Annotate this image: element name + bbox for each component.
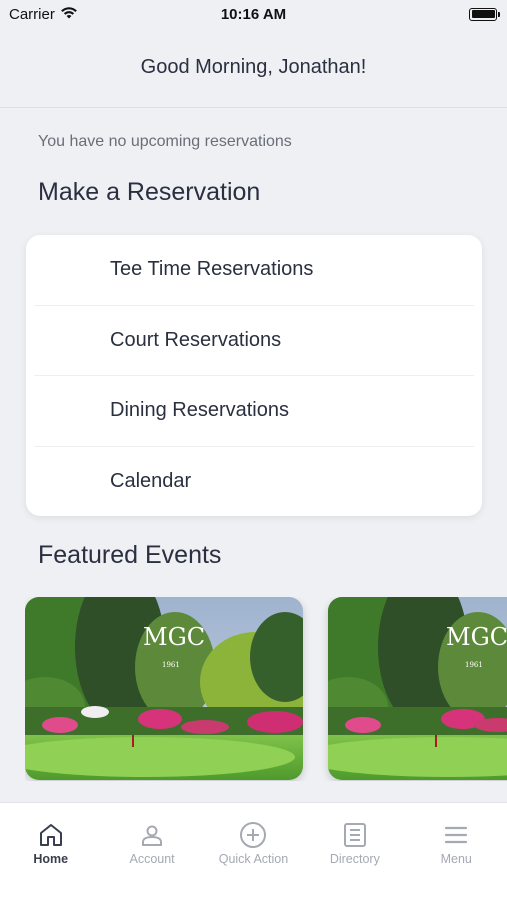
greeting-header: Good Morning, Jonathan! (0, 28, 507, 108)
tab-label: Account (129, 852, 175, 866)
menu-item-label: Court Reservations (110, 328, 282, 351)
dining-reservations-item[interactable]: Dining Reservations (34, 376, 474, 447)
tab-bar: Home Account Quick Action Directory Menu (0, 802, 507, 900)
make-reservation-title: Make a Reservation (38, 178, 261, 206)
wifi-icon (60, 6, 78, 23)
menu-item-label: Calendar (110, 469, 192, 492)
tab-menu[interactable]: Menu (406, 821, 506, 900)
status-bar: Carrier 10:16 AM (0, 0, 507, 28)
golf-course-image: MGC 1961 (328, 597, 507, 780)
no-reservations-note: You have no upcoming reservations (38, 133, 292, 150)
tab-home[interactable]: Home (1, 821, 101, 900)
event-card[interactable]: MGC 1961 (25, 597, 303, 780)
tee-time-reservations-item[interactable]: Tee Time Reservations (34, 235, 474, 306)
person-icon (139, 821, 165, 849)
carrier-label: Carrier (9, 5, 55, 23)
logo-year: 1961 (465, 661, 483, 669)
tab-directory[interactable]: Directory (305, 821, 405, 900)
featured-events-carousel[interactable]: MGC 1961 MGC 1961 (25, 597, 507, 781)
tab-label: Quick Action (218, 852, 289, 866)
featured-events-title: Featured Events (38, 541, 222, 569)
court-reservations-item[interactable]: Court Reservations (34, 306, 474, 376)
menu-item-label: Dining Reservations (110, 399, 289, 422)
tab-label: Menu (440, 852, 472, 866)
menu-item-label: Tee Time Reservations (110, 258, 314, 281)
greeting-text: Good Morning, Jonathan! (140, 56, 367, 78)
tab-quick-action[interactable]: Quick Action (203, 821, 303, 900)
carrier-group: Carrier (9, 6, 78, 23)
plus-circle-icon (239, 821, 267, 849)
tab-account[interactable]: Account (102, 821, 202, 900)
logo-letters: MGC (446, 623, 507, 651)
directory-icon (342, 821, 368, 849)
event-card[interactable]: MGC 1961 (328, 597, 507, 780)
golf-course-image: MGC 1961 (25, 597, 303, 780)
battery-icon (469, 7, 500, 21)
logo-letters: MGC (143, 623, 205, 651)
tab-label: Home (33, 852, 69, 866)
hamburger-icon (443, 821, 469, 849)
tab-label: Directory (329, 852, 380, 866)
calendar-item[interactable]: Calendar (34, 447, 474, 517)
logo-year: 1961 (162, 661, 180, 669)
home-icon (38, 821, 64, 849)
reservation-menu-card: Tee Time Reservations Court Reservations… (26, 235, 482, 516)
